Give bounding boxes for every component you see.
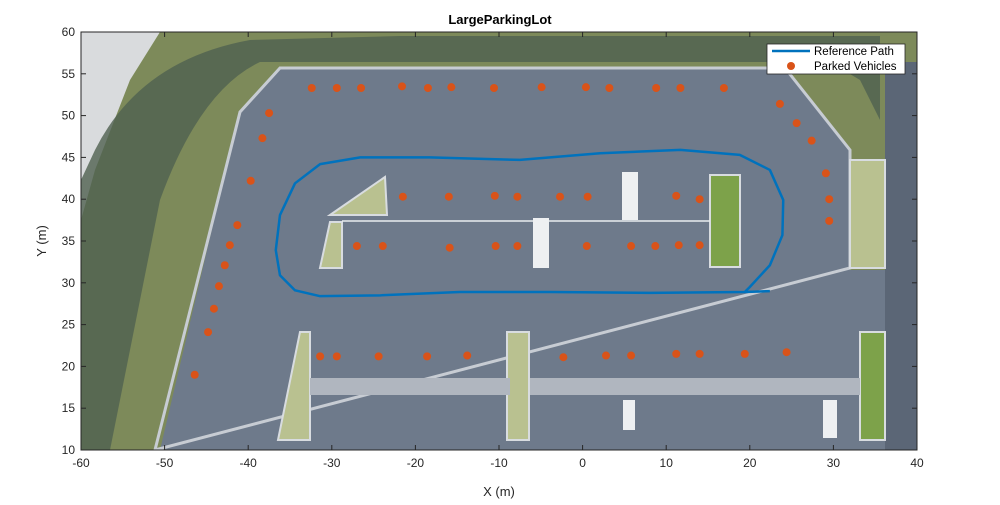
parked-vehicle-point — [214, 282, 223, 291]
parked-vehicle-point — [423, 352, 432, 361]
legend-dot-marker — [787, 62, 795, 70]
legend-reference-path: Reference Path — [814, 46, 894, 58]
parked-vehicle-point — [489, 84, 498, 93]
parked-vehicle-point — [352, 242, 361, 251]
parked-vehicle-point — [378, 242, 387, 251]
parked-vehicle-point — [676, 84, 685, 93]
parked-vehicle-point — [447, 83, 456, 92]
parked-vehicle-point — [190, 370, 199, 379]
y-tick-label: 15 — [62, 401, 76, 415]
parked-vehicle-point — [825, 216, 834, 225]
x-tick-label: 40 — [910, 456, 924, 470]
parked-vehicle-point — [398, 82, 407, 91]
parked-vehicle-point — [672, 349, 681, 358]
parked-vehicle-point — [209, 304, 218, 313]
parked-vehicle-point — [491, 242, 500, 251]
parked-vehicle-point — [513, 192, 522, 201]
parked-vehicle-point — [652, 84, 661, 93]
y-axis-label: Y (m) — [34, 225, 49, 257]
parked-vehicle-point — [581, 83, 590, 92]
parked-vehicle-point — [740, 349, 749, 358]
legend: Reference Path Parked Vehicles — [766, 43, 906, 75]
y-tick-label: 55 — [62, 67, 76, 81]
x-tick-label: -40 — [240, 456, 258, 470]
parked-vehicle-point — [374, 352, 383, 361]
parked-vehicle-point — [513, 242, 522, 251]
parked-vehicle-point — [695, 241, 704, 250]
y-tick-label: 35 — [62, 234, 76, 248]
parked-vehicle-point — [444, 192, 453, 201]
parked-vehicle-point — [332, 84, 341, 93]
parked-vehicle-point — [463, 351, 472, 360]
x-tick-label: -10 — [490, 456, 508, 470]
y-tick-label: 20 — [62, 359, 76, 373]
parked-vehicle-point — [398, 192, 407, 201]
parked-vehicle-point — [627, 242, 636, 251]
chart-svg: -60 -50 -40 -30 -20 -10 0 10 20 30 40 10 15 20 25 30 35 4… — [34, 12, 924, 499]
x-tick-label: 30 — [827, 456, 841, 470]
parked-vehicle-point — [719, 84, 728, 93]
chart-figure: -60 -50 -40 -30 -20 -10 0 10 20 30 40 10 15 20 25 30 35 4… — [0, 0, 1000, 500]
x-tick-label: 10 — [660, 456, 674, 470]
parked-vehicle-point — [602, 351, 611, 360]
parked-vehicle-point — [225, 241, 234, 250]
parked-vehicle-point — [423, 84, 432, 93]
parked-vehicle-point — [316, 352, 325, 361]
x-tick-label: -60 — [72, 456, 90, 470]
parked-vehicle-point — [233, 221, 242, 230]
parked-vehicle-point — [651, 242, 660, 251]
legend-parked-vehicles: Parked Vehicles — [814, 61, 897, 73]
parked-vehicle-point — [821, 169, 830, 178]
parked-vehicle-point — [445, 243, 454, 252]
y-tick-label: 10 — [62, 443, 76, 457]
y-tick-label: 50 — [62, 109, 76, 123]
parked-vehicle-point — [258, 134, 267, 143]
y-tick-label: 30 — [62, 276, 76, 290]
parked-vehicle-point — [220, 261, 229, 270]
parked-vehicle-point — [583, 192, 592, 201]
chart-title: LargeParkingLot — [448, 12, 552, 27]
parked-vehicle-point — [775, 99, 784, 108]
parked-vehicle-point — [792, 119, 801, 128]
parked-vehicle-point — [265, 109, 274, 118]
parked-vehicle-point — [695, 349, 704, 358]
parked-vehicle-point — [582, 242, 591, 251]
x-tick-label: 20 — [743, 456, 757, 470]
parked-vehicle-point — [782, 348, 791, 357]
x-tick-label: -50 — [156, 456, 174, 470]
y-tick-label: 25 — [62, 318, 76, 332]
parked-vehicle-point — [307, 84, 316, 93]
parked-vehicle-point — [672, 191, 681, 200]
background-image — [81, 32, 917, 450]
parked-vehicle-point — [559, 353, 568, 362]
parked-vehicle-point — [246, 176, 255, 185]
y-tick-label: 60 — [62, 25, 76, 39]
parked-vehicle-point — [204, 328, 213, 337]
parked-vehicle-point — [357, 84, 366, 93]
parked-vehicle-point — [807, 136, 816, 145]
x-tick-label: -20 — [407, 456, 425, 470]
parked-vehicle-point — [627, 351, 636, 360]
parked-vehicle-point — [556, 192, 565, 201]
parked-vehicle-point — [674, 241, 683, 250]
parked-vehicle-point — [695, 195, 704, 204]
x-axis-label: X (m) — [483, 484, 515, 499]
parked-vehicle-point — [605, 84, 614, 93]
parked-vehicle-point — [537, 83, 546, 92]
parked-vehicle-point — [825, 195, 834, 204]
x-tick-label: -30 — [323, 456, 341, 470]
x-tick-label: 0 — [579, 456, 586, 470]
y-tick-label: 40 — [62, 192, 76, 206]
parked-vehicle-point — [490, 191, 499, 200]
parked-vehicle-point — [332, 352, 341, 361]
y-tick-label: 45 — [62, 150, 76, 164]
